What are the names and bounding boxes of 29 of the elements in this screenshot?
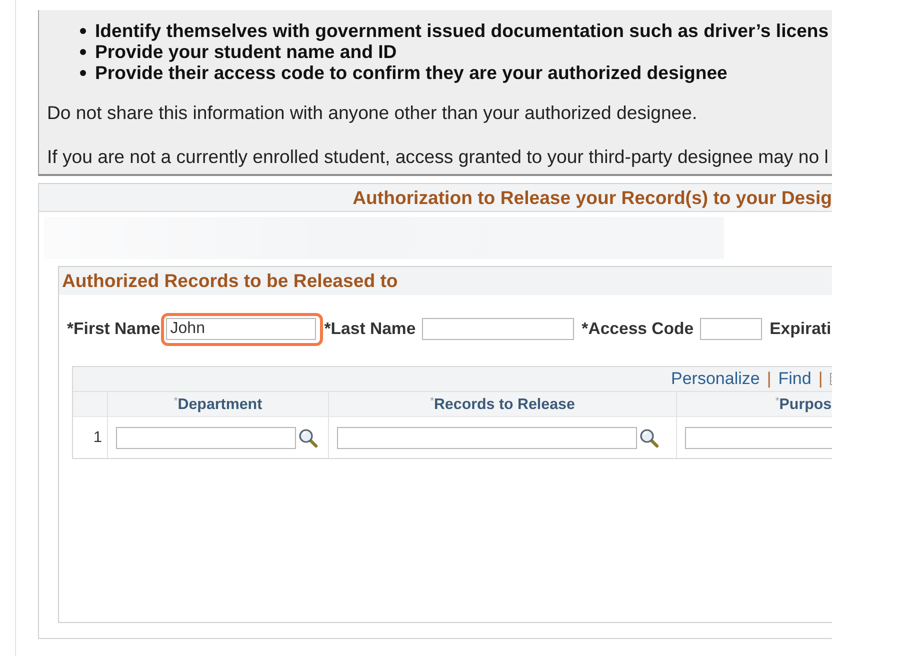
row-number: 1 bbox=[93, 428, 102, 446]
bullet-text: Identify themselves with government issued documentation such as driver’s licens bbox=[95, 20, 829, 42]
bullet-text: Provide their access code to confirm they are your authorized designee bbox=[95, 62, 728, 84]
field-label: *Access Code bbox=[582, 319, 694, 339]
field-label: *Last Name bbox=[324, 319, 416, 339]
text-field[interactable] bbox=[337, 426, 637, 448]
field-label: *First Name bbox=[67, 319, 160, 339]
section-title: Authorization to Release your Record(s) to your Desig bbox=[352, 186, 832, 208]
text-field[interactable] bbox=[116, 426, 296, 448]
search-icon[interactable] bbox=[298, 428, 318, 448]
field-label: Expirati bbox=[770, 319, 832, 339]
column-header: $^{*}$Purpos bbox=[775, 396, 832, 412]
group-title: Authorized Records to be Released to bbox=[62, 270, 398, 292]
column-header: $^{*}$Records to Release bbox=[430, 396, 575, 412]
text-field[interactable] bbox=[422, 318, 574, 340]
link-separator: | bbox=[818, 369, 823, 389]
column-header: $^{*}$Department bbox=[174, 396, 262, 412]
bullet-icon bbox=[80, 28, 86, 34]
notice-text: Do not share this information with anyone other than your authorized designee. bbox=[47, 102, 698, 123]
notice-text: If you are not a currently enrolled student, access granted to your third-party designee may no l bbox=[47, 146, 830, 167]
bullet-icon bbox=[80, 70, 86, 76]
text-field[interactable]: John bbox=[166, 318, 316, 340]
toolbar-link[interactable]: Personalize bbox=[671, 369, 760, 389]
bullet-icon bbox=[80, 48, 86, 54]
bullet-text: Provide your student name and ID bbox=[95, 40, 397, 62]
link-separator: | bbox=[766, 369, 772, 389]
text-field[interactable] bbox=[700, 318, 762, 340]
search-icon[interactable] bbox=[639, 428, 659, 448]
toolbar-link[interactable]: Find bbox=[778, 369, 812, 389]
